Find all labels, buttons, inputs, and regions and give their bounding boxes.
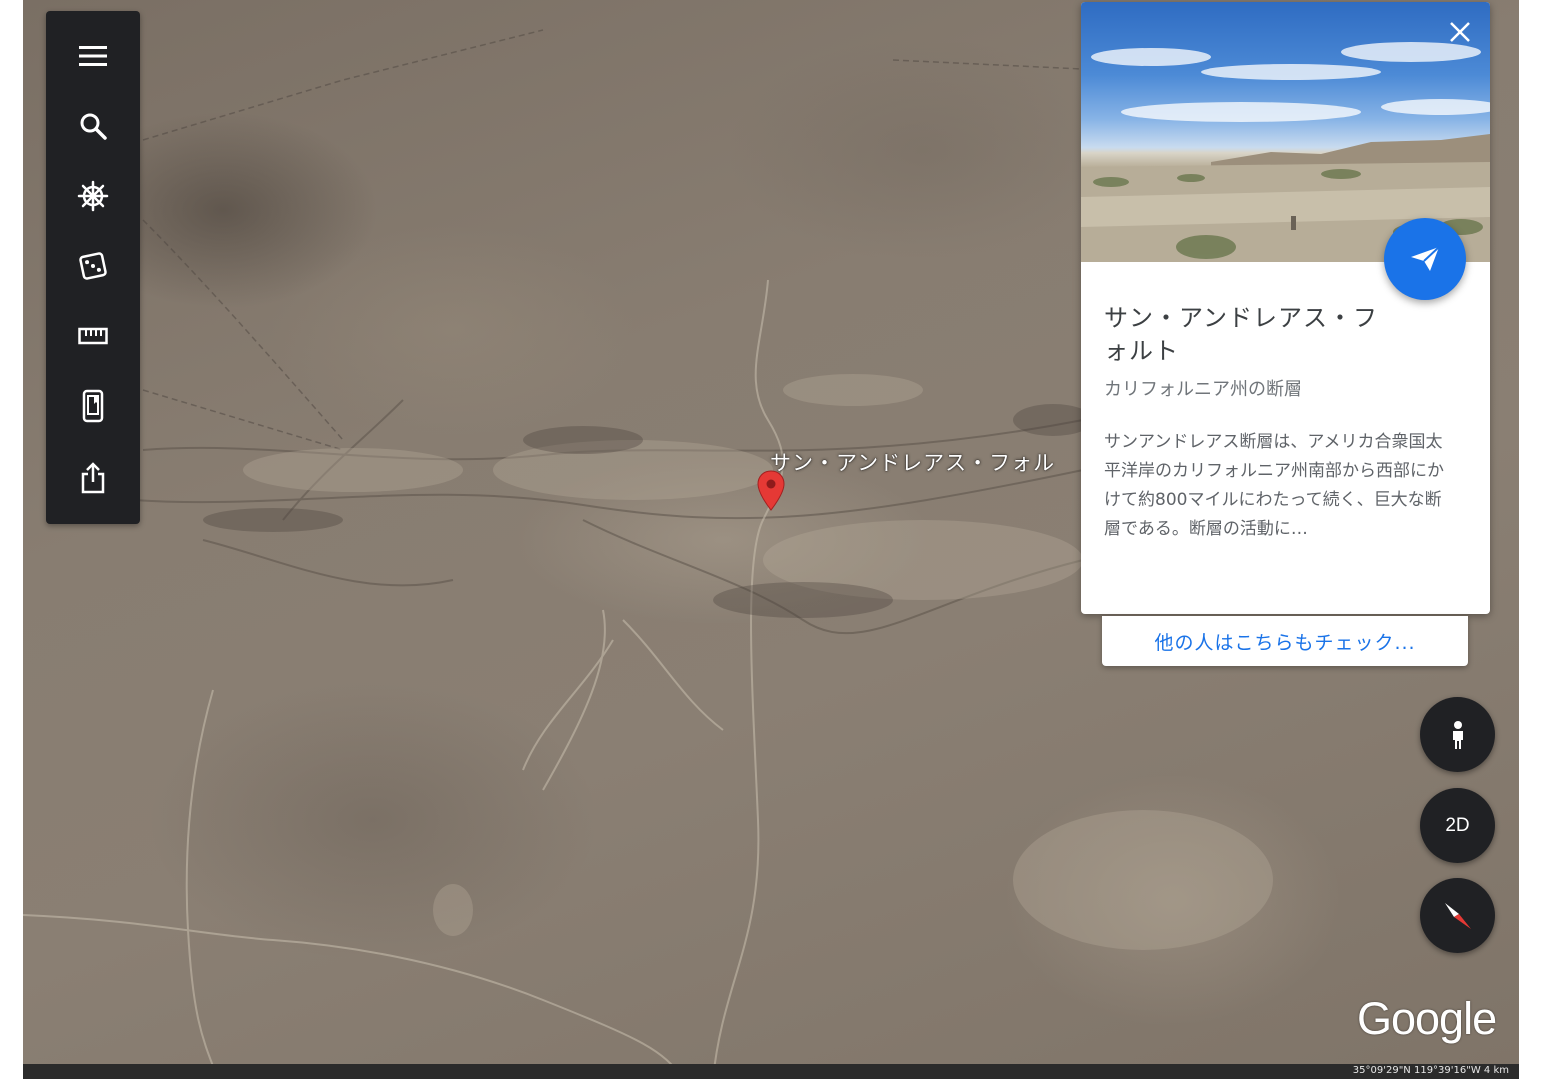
coordinates-readout: 35°09'29"N 119°39'16"W 4 km xyxy=(1352,1065,1509,1076)
location-pin-icon[interactable] xyxy=(757,470,785,512)
place-title: サン・アンドレアス・フォルト xyxy=(1104,304,1379,365)
feeling-lucky-button[interactable] xyxy=(46,236,140,296)
fly-to-button[interactable] xyxy=(1384,218,1466,300)
paper-plane-icon xyxy=(1411,246,1440,271)
compass-icon xyxy=(1444,902,1471,929)
pegman-icon xyxy=(1452,720,1463,749)
phone-bookmark-icon xyxy=(82,389,104,423)
toggle-2d-button[interactable]: 2D xyxy=(1420,788,1495,863)
search-icon xyxy=(80,113,107,140)
place-subtitle: カリフォルニア州の断層 xyxy=(1104,379,1302,400)
ruler-icon xyxy=(78,327,108,345)
share-icon xyxy=(81,462,105,494)
google-logo: Google xyxy=(1357,993,1497,1044)
voyager-button[interactable] xyxy=(46,166,140,226)
close-icon xyxy=(1450,22,1470,42)
left-toolbar xyxy=(46,11,140,524)
map-place-label[interactable]: サン・アンドレアス・フォル xyxy=(770,447,1055,477)
pegman-button[interactable] xyxy=(1420,697,1495,772)
hamburger-menu-icon xyxy=(79,46,107,66)
search-button[interactable] xyxy=(46,96,140,156)
close-button[interactable] xyxy=(1444,16,1476,48)
info-card: サン・アンドレアス・フォルト カリフォルニア州の断層 サンアンドレアス断層は、ア… xyxy=(1081,2,1490,614)
status-bar: 35°09'29"N 119°39'16"W 4 km xyxy=(23,1064,1519,1079)
toggle-2d-label: 2D xyxy=(1445,814,1470,836)
share-button[interactable] xyxy=(46,448,140,508)
projects-button[interactable] xyxy=(46,376,140,436)
compass-button[interactable] xyxy=(1420,878,1495,953)
dice-icon xyxy=(79,252,107,280)
menu-button[interactable] xyxy=(46,26,140,86)
more-like-this-link[interactable]: 他の人はこちらもチェック... xyxy=(1102,616,1468,666)
place-description: サンアンドレアス断層は、アメリカ合衆国太平洋岸のカリフォルニア州南部から西部にか… xyxy=(1104,432,1444,539)
ships-wheel-icon xyxy=(77,180,109,212)
more-link-label: 他の人はこちらもチェック... xyxy=(1154,631,1416,654)
measure-button[interactable] xyxy=(46,306,140,366)
